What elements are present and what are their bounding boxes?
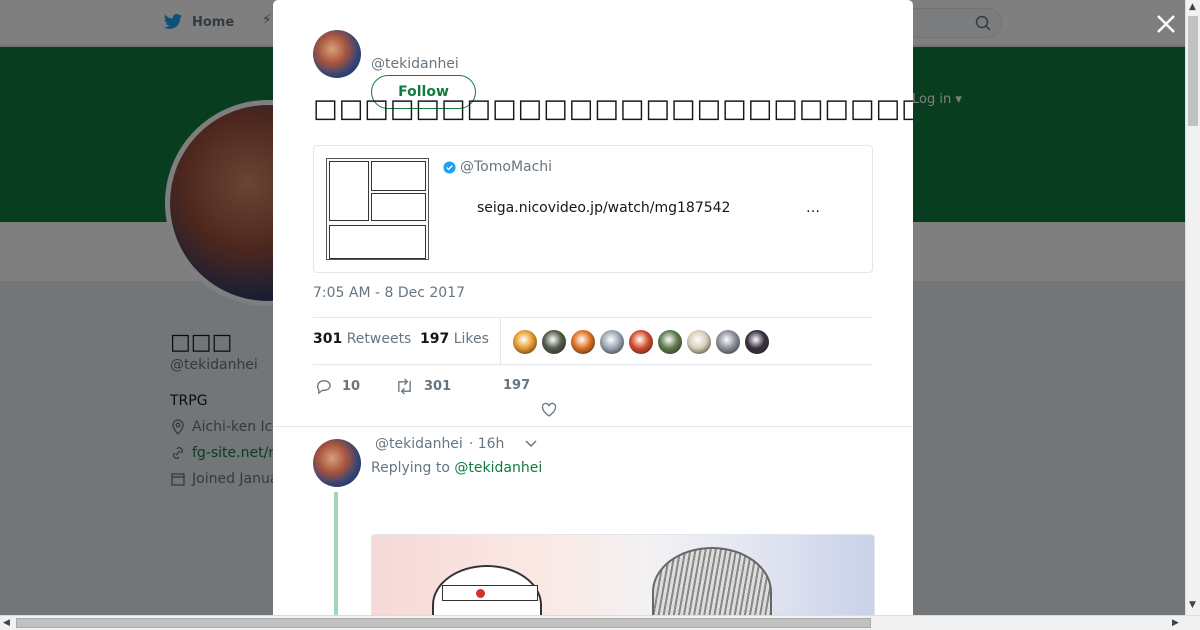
stats-divider [500, 318, 501, 365]
tweet-author-avatar[interactable] [313, 30, 361, 78]
quoted-tweet-ellipsis: … [806, 200, 820, 216]
vertical-scroll-thumb[interactable] [1188, 16, 1198, 126]
reply-icon [317, 380, 331, 395]
reply-media-image[interactable] [371, 534, 875, 615]
tweet-author-handle[interactable]: @tekidanhei [371, 56, 459, 72]
tweet-modal: @tekidanhei Follow □□□□□□□□□□□□□□□□□□□□□… [273, 0, 913, 615]
liker-avatars [512, 329, 770, 355]
liker-avatar[interactable] [570, 329, 596, 355]
horizontal-scrollbar[interactable]: ◀ ▶ [0, 615, 1200, 630]
likes-label: Likes [453, 331, 489, 347]
heart-icon[interactable] [541, 402, 557, 418]
tweet-timestamp[interactable]: 7:05 AM - 8 Dec 2017 [313, 285, 465, 301]
quoted-tweet-handle[interactable]: @TomoMachi [460, 159, 552, 175]
close-icon[interactable] [1154, 12, 1178, 36]
reply-time[interactable]: · 16h [469, 436, 505, 452]
retweet-count: 301 [424, 379, 452, 394]
liker-avatar[interactable] [599, 329, 625, 355]
illustration-figure-right [652, 547, 772, 615]
chevron-down-icon[interactable] [524, 437, 538, 451]
scroll-right-arrow-icon[interactable]: ▶ [1172, 618, 1179, 628]
liker-avatar[interactable] [512, 329, 538, 355]
tweet-actions: 10 301 197 [313, 376, 873, 422]
retweet-icon [398, 378, 411, 395]
verified-badge-icon [443, 161, 456, 174]
reply-count: 10 [342, 379, 361, 394]
replying-to-prefix: Replying to [371, 460, 455, 476]
like-action[interactable]: 197 [503, 378, 530, 393]
liker-avatar[interactable] [657, 329, 683, 355]
liker-avatar[interactable] [744, 329, 770, 355]
reply-author-avatar[interactable] [313, 439, 361, 487]
quoted-tweet-thumbnail [326, 158, 429, 260]
tweet-stats: 301 Retweets 197 Likes [313, 317, 873, 365]
likes-count: 197 [420, 331, 450, 347]
thread-line [334, 492, 338, 615]
liker-avatar[interactable] [686, 329, 712, 355]
quoted-tweet-card[interactable]: @TomoMachi seiga.nicovideo.jp/watch/mg18… [313, 145, 873, 273]
reply-action[interactable]: 10 [315, 378, 360, 395]
liker-avatar[interactable] [715, 329, 741, 355]
scroll-up-arrow-icon[interactable]: ▲ [1189, 2, 1196, 12]
retweets-stat[interactable]: 301 Retweets [313, 331, 411, 347]
liker-avatar[interactable] [541, 329, 567, 355]
scroll-left-arrow-icon[interactable]: ◀ [3, 618, 10, 628]
replying-to-link[interactable]: @tekidanhei [454, 460, 542, 476]
illustration-red-dot [476, 589, 485, 598]
retweets-count: 301 [313, 331, 343, 347]
retweet-action[interactable]: 301 [395, 378, 451, 395]
like-count: 197 [503, 378, 531, 393]
scroll-down-arrow-icon[interactable]: ▼ [1189, 600, 1196, 610]
quoted-tweet-link[interactable]: seiga.nicovideo.jp/watch/mg187542 [477, 200, 730, 216]
likes-stat[interactable]: 197 Likes [420, 331, 489, 347]
retweets-label: Retweets [346, 331, 412, 347]
replying-to: Replying to @tekidanhei [371, 460, 542, 476]
reply-author-handle[interactable]: @tekidanhei [375, 436, 463, 452]
horizontal-scroll-thumb[interactable] [16, 618, 871, 628]
liker-avatar[interactable] [628, 329, 654, 355]
thread-divider [273, 426, 913, 427]
reply-header: @tekidanhei · 16h [375, 436, 538, 452]
illustration-headband [442, 585, 538, 601]
vertical-scrollbar[interactable]: ▲ ▼ [1185, 0, 1200, 615]
tweet-text: □□□□□□□□□□□□□□□□□□□□□□□□□□□□□□□□□□□□□□□□… [313, 94, 913, 124]
